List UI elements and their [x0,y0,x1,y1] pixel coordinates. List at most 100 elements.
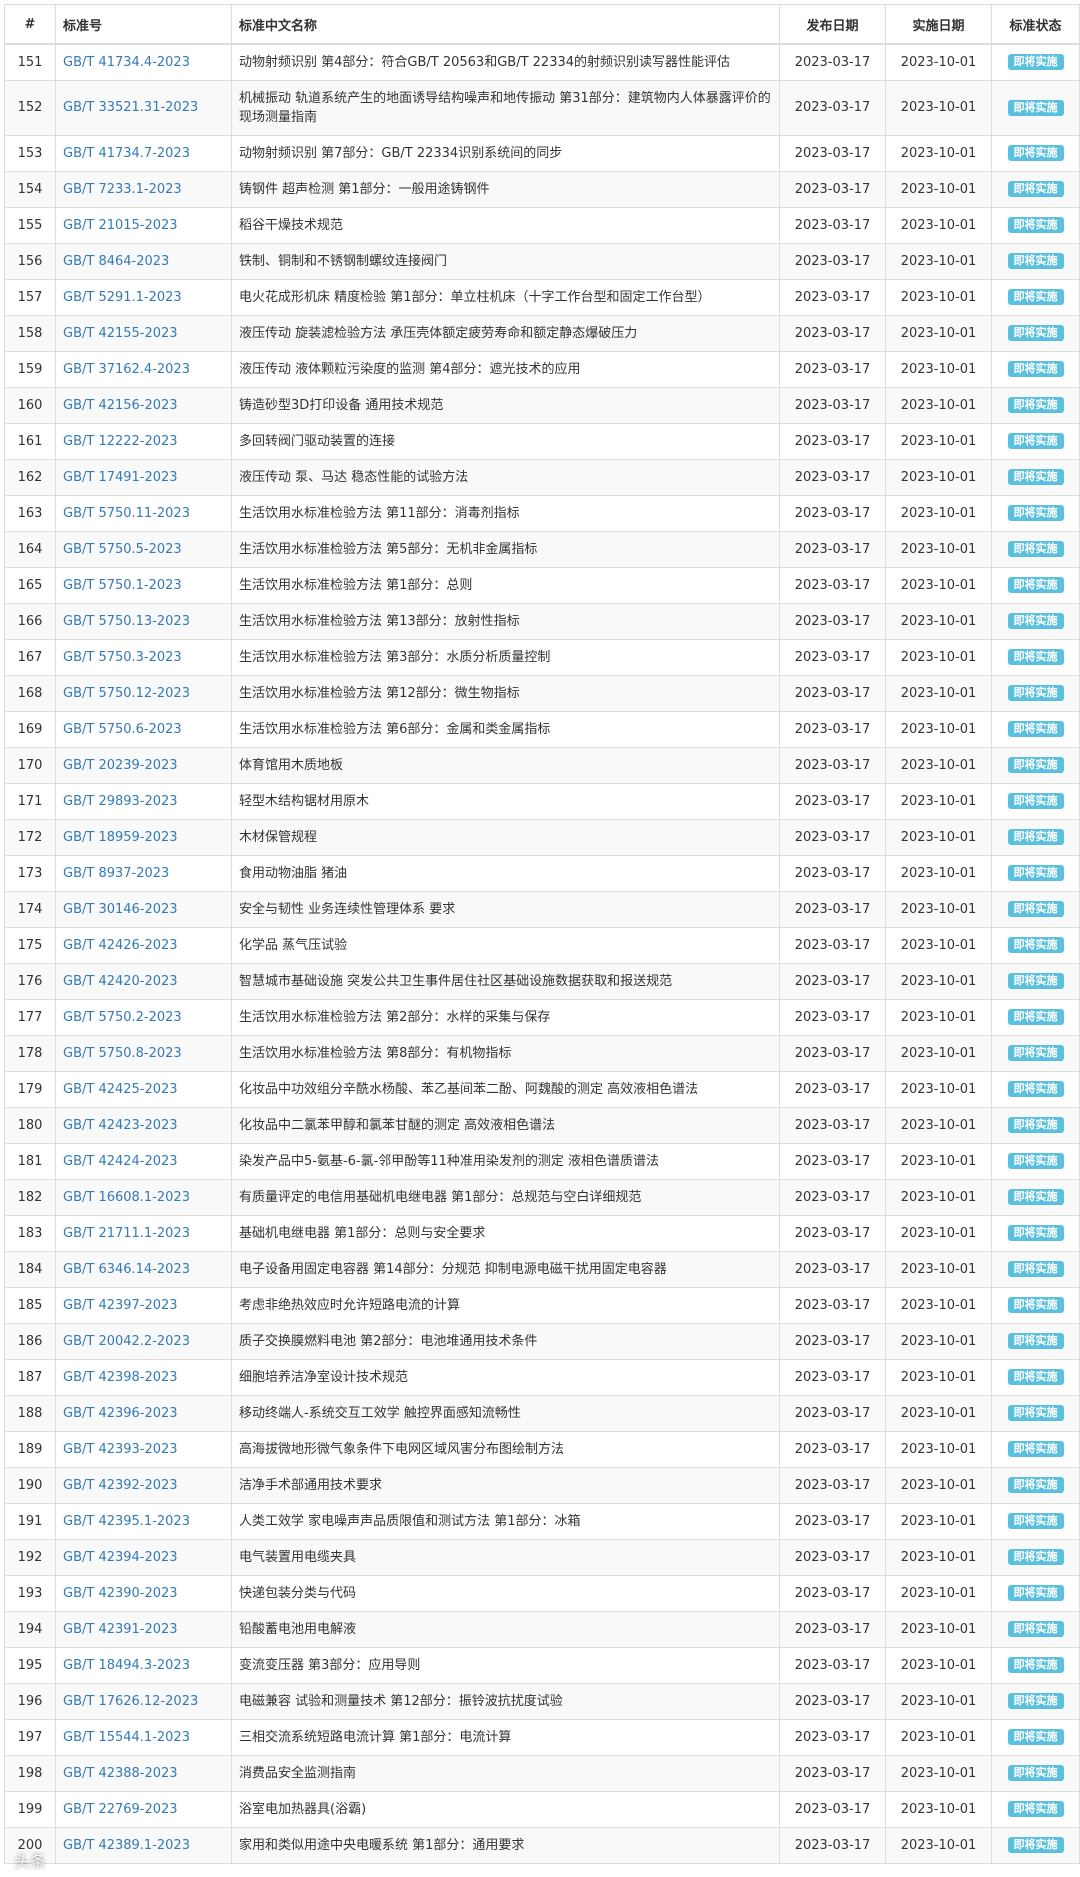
standard-code-link[interactable]: GB/T 12222-2023 [55,422,232,460]
table-row: 163 GB/T 5750.11-2023 生活饮用水标准检验方法 第11部分：消毒… [4,494,1080,532]
implement-date: 2023-10-01 [885,1502,992,1540]
row-index: 177 [4,998,56,1036]
row-index: 167 [4,638,56,676]
implement-date: 2023-10-01 [885,386,992,424]
status-badge: 即将实施 [1007,901,1064,917]
header-implement-date[interactable]: 实施日期 [885,4,992,45]
header-standard-name[interactable]: 标准中文名称 [231,4,780,45]
table-header: # 标准号 标准中文名称 发布日期 实施日期 标准状态 [4,4,1080,45]
standard-code-link[interactable]: GB/T 33521.31-2023 [55,79,232,136]
standard-code-link[interactable]: GB/T 42391-2023 [55,1610,232,1648]
standard-code-link[interactable]: GB/T 41734.4-2023 [55,43,232,81]
standard-code-link[interactable]: GB/T 42393-2023 [55,1430,232,1468]
header-index[interactable]: # [4,4,56,45]
implement-date: 2023-10-01 [885,746,992,784]
publish-date: 2023-03-17 [779,710,886,748]
standard-code-link[interactable]: GB/T 18494.3-2023 [55,1646,232,1684]
standard-code-link[interactable]: GB/T 42155-2023 [55,314,232,352]
standard-code-link[interactable]: GB/T 42390-2023 [55,1574,232,1612]
row-index: 195 [4,1646,56,1684]
status-cell: 即将实施 [991,710,1080,748]
standard-name: 浴室电加热器具(浴霸) [231,1790,780,1828]
standard-code-link[interactable]: GB/T 42398-2023 [55,1358,232,1396]
standard-code-link[interactable]: GB/T 37162.4-2023 [55,350,232,388]
standard-code-link[interactable]: GB/T 5750.2-2023 [55,998,232,1036]
status-cell: 即将实施 [991,602,1080,640]
standard-code-link[interactable]: GB/T 42424-2023 [55,1142,232,1180]
publish-date: 2023-03-17 [779,134,886,172]
status-cell: 即将实施 [991,782,1080,820]
standard-code-link[interactable]: GB/T 5750.3-2023 [55,638,232,676]
standard-code-link[interactable]: GB/T 42426-2023 [55,926,232,964]
row-index: 171 [4,782,56,820]
standard-name: 考虑非绝热效应时允许短路电流的计算 [231,1286,780,1324]
standard-code-link[interactable]: GB/T 30146-2023 [55,890,232,928]
publish-date: 2023-03-17 [779,1394,886,1432]
header-standard-code[interactable]: 标准号 [55,4,232,45]
table-body: 151 GB/T 41734.4-2023 动物射频识别 第4部分：符合GB/T 2… [4,43,1080,1864]
implement-date: 2023-10-01 [885,854,992,892]
standard-code-link[interactable]: GB/T 22769-2023 [55,1790,232,1828]
table-row: 199 GB/T 22769-2023 浴室电加热器具(浴霸) 2023-03-17 2… [4,1790,1080,1828]
row-index: 186 [4,1322,56,1360]
standard-code-link[interactable]: GB/T 5750.1-2023 [55,566,232,604]
standard-code-link[interactable]: GB/T 29893-2023 [55,782,232,820]
standard-code-link[interactable]: GB/T 42420-2023 [55,962,232,1000]
standard-code-link[interactable]: GB/T 6346.14-2023 [55,1250,232,1288]
standards-table: # 标准号 标准中文名称 发布日期 实施日期 标准状态 151 GB/T 4173… [4,4,1080,1864]
table-row: 183 GB/T 21711.1-2023 基础机电继电器 第1部分：总则与安全要求… [4,1214,1080,1252]
standard-code-link[interactable]: GB/T 5750.13-2023 [55,602,232,640]
status-cell: 即将实施 [991,1250,1080,1288]
standard-code-link[interactable]: GB/T 42425-2023 [55,1070,232,1108]
standard-name: 多回转阀门驱动装置的连接 [231,422,780,460]
table-row: 198 GB/T 42388-2023 消费品安全监测指南 2023-03-17 202… [4,1754,1080,1792]
standard-code-link[interactable]: GB/T 17626.12-2023 [55,1682,232,1720]
standard-code-link[interactable]: GB/T 42394-2023 [55,1538,232,1576]
standard-code-link[interactable]: GB/T 42396-2023 [55,1394,232,1432]
standard-code-link[interactable]: GB/T 42395.1-2023 [55,1502,232,1540]
standard-code-link[interactable]: GB/T 8937-2023 [55,854,232,892]
standard-code-link[interactable]: GB/T 5750.12-2023 [55,674,232,712]
standard-code-link[interactable]: GB/T 42388-2023 [55,1754,232,1792]
standard-code-link[interactable]: GB/T 42389.1-2023 [55,1826,232,1864]
status-badge: 即将实施 [1007,1837,1064,1853]
header-publish-date[interactable]: 发布日期 [779,4,886,45]
standard-name: 生活饮用水标准检验方法 第5部分：无机非金属指标 [231,530,780,568]
standard-code-link[interactable]: GB/T 5750.6-2023 [55,710,232,748]
standard-code-link[interactable]: GB/T 21711.1-2023 [55,1214,232,1252]
standard-name: 电气装置用电缆夹具 [231,1538,780,1576]
table-row: 180 GB/T 42423-2023 化妆品中二氯苯甲醇和氯苯甘醚的测定 高效液相… [4,1106,1080,1144]
standard-code-link[interactable]: GB/T 20239-2023 [55,746,232,784]
status-badge: 即将实施 [1007,99,1064,116]
standard-code-link[interactable]: GB/T 42156-2023 [55,386,232,424]
header-status[interactable]: 标准状态 [991,4,1080,45]
status-badge: 即将实施 [1007,469,1064,485]
standard-name: 铸钢件 超声检测 第1部分：一般用途铸钢件 [231,170,780,208]
standard-code-link[interactable]: GB/T 15544.1-2023 [55,1718,232,1756]
standard-code-link[interactable]: GB/T 5750.8-2023 [55,1034,232,1072]
row-index: 155 [4,206,56,244]
standard-code-link[interactable]: GB/T 7233.1-2023 [55,170,232,208]
status-badge: 即将实施 [1007,433,1064,449]
standard-code-link[interactable]: GB/T 5750.5-2023 [55,530,232,568]
standard-code-link[interactable]: GB/T 42397-2023 [55,1286,232,1324]
publish-date: 2023-03-17 [779,1682,886,1720]
table-row: 171 GB/T 29893-2023 轻型木结构锯材用原木 2023-03-17 20… [4,782,1080,820]
standard-code-link[interactable]: GB/T 5750.11-2023 [55,494,232,532]
standard-code-link[interactable]: GB/T 42423-2023 [55,1106,232,1144]
standard-code-link[interactable]: GB/T 20042.2-2023 [55,1322,232,1360]
standard-code-link[interactable]: GB/T 16608.1-2023 [55,1178,232,1216]
table-row: 161 GB/T 12222-2023 多回转阀门驱动装置的连接 2023-03-17… [4,422,1080,460]
standard-code-link[interactable]: GB/T 42392-2023 [55,1466,232,1504]
standard-code-link[interactable]: GB/T 21015-2023 [55,206,232,244]
publish-date: 2023-03-17 [779,1826,886,1864]
implement-date: 2023-10-01 [885,1034,992,1072]
standard-code-link[interactable]: GB/T 41734.7-2023 [55,134,232,172]
standard-code-link[interactable]: GB/T 18959-2023 [55,818,232,856]
standard-name: 液压传动 液体颗粒污染度的监测 第4部分：遮光技术的应用 [231,350,780,388]
standard-code-link[interactable]: GB/T 5291.1-2023 [55,278,232,316]
standard-code-link[interactable]: GB/T 8464-2023 [55,242,232,280]
status-cell: 即将实施 [991,1214,1080,1252]
standard-name: 洁净手术部通用技术要求 [231,1466,780,1504]
standard-code-link[interactable]: GB/T 17491-2023 [55,458,232,496]
